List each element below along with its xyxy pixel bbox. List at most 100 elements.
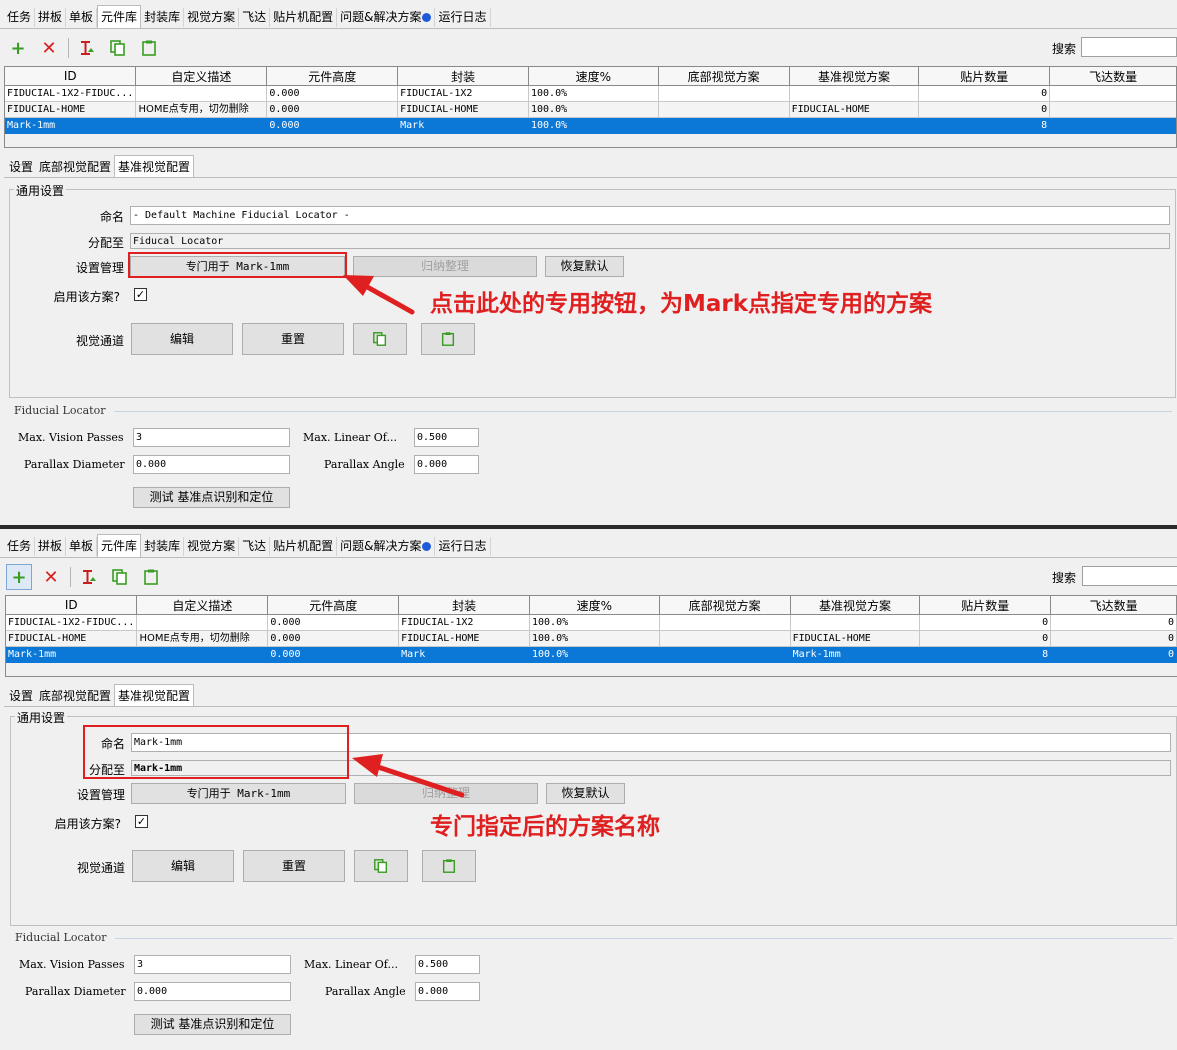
tab-panelize[interactable]: 拼板 — [35, 537, 67, 556]
tab-machine-config[interactable]: 贴片机配置 — [270, 537, 338, 556]
column-header-height[interactable]: 元件高度 — [266, 66, 399, 86]
cell-description: HOME点专用，切勿删除 — [135, 101, 268, 118]
name-field[interactable]: - Default Machine Fiducial Locator - — [130, 206, 1170, 225]
subtab-bottom-vision[interactable]: 底部视觉配置 — [36, 157, 114, 177]
subtab-settings[interactable]: 设置 — [6, 157, 36, 177]
dedicate-button[interactable]: 专门用于 Mark-1mm — [131, 783, 346, 804]
reset-button[interactable]: 重置 — [243, 850, 345, 882]
paste-vision-button[interactable] — [422, 850, 476, 882]
delete-icon[interactable]: ✕ — [39, 565, 63, 589]
parallax-angle-input[interactable]: 0.000 — [414, 455, 479, 474]
max-linear-input[interactable]: 0.500 — [414, 428, 479, 447]
tab-run-log[interactable]: 运行日志 — [435, 8, 491, 27]
tab-tasks[interactable]: 任务 — [4, 537, 36, 556]
restore-default-button[interactable]: 恢复默认 — [545, 256, 624, 277]
column-header-feeder-count[interactable]: 飞达数量 — [1049, 66, 1177, 86]
enable-checkbox[interactable]: ✓ — [135, 815, 148, 828]
cell-bottom-vision — [657, 101, 790, 118]
dedicate-button[interactable]: 专门用于 Mark-1mm — [130, 256, 345, 277]
column-header-fiducial-vision[interactable]: 基准视觉方案 — [788, 66, 920, 86]
column-header-place-count[interactable]: 贴片数量 — [918, 66, 1051, 86]
table-row[interactable]: FIDUCIAL-1X2-FIDUC... 0.000 FIDUCIAL-1X2… — [4, 614, 1177, 631]
tab-issues[interactable]: 问题&解决方案 — [337, 8, 436, 27]
tab-board[interactable]: 单板 — [66, 537, 98, 556]
column-header-feeder-count[interactable]: 飞达数量 — [1050, 595, 1177, 615]
table-row-selected[interactable]: Mark-1mm 0.000 Mark 100.0% Mark-1mm 8 0 — [4, 646, 1177, 663]
paste-icon[interactable] — [139, 565, 163, 589]
column-header-place-count[interactable]: 贴片数量 — [919, 595, 1052, 615]
copy-vision-button[interactable] — [354, 850, 408, 882]
reset-button[interactable]: 重置 — [242, 323, 344, 355]
search-input[interactable] — [1082, 566, 1177, 586]
tab-board[interactable]: 单板 — [66, 8, 98, 27]
tab-run-log[interactable]: 运行日志 — [435, 537, 491, 556]
max-linear-input[interactable]: 0.500 — [415, 955, 480, 974]
copy-icon[interactable] — [106, 36, 130, 60]
normalize-button[interactable]: 归纳整理 — [354, 783, 538, 804]
column-header-description[interactable]: 自定义描述 — [135, 66, 268, 86]
cell-place-count: 0 — [918, 85, 1051, 102]
test-fiducial-button[interactable]: 测试 基准点识别和定位 — [134, 1014, 291, 1035]
paste-vision-button[interactable] — [421, 323, 475, 355]
column-header-package[interactable]: 封装 — [397, 66, 529, 86]
tab-panelize[interactable]: 拼板 — [35, 8, 67, 27]
restore-default-button[interactable]: 恢复默认 — [546, 783, 625, 804]
column-header-package[interactable]: 封装 — [398, 595, 530, 615]
edit-button[interactable]: 编辑 — [131, 323, 233, 355]
subtab-settings[interactable]: 设置 — [6, 686, 36, 706]
tab-component-library[interactable]: 元件库 — [97, 534, 142, 557]
tab-component-library[interactable]: 元件库 — [97, 5, 142, 28]
tab-feeders[interactable]: 飞达 — [239, 537, 271, 556]
add-icon[interactable]: + — [6, 36, 30, 60]
tab-machine-config[interactable]: 贴片机配置 — [270, 8, 338, 27]
table-row[interactable]: FIDUCIAL-HOME HOME点专用，切勿删除 0.000 FIDUCIA… — [3, 101, 1177, 118]
manage-label: 设置管理 — [76, 788, 125, 802]
column-header-description[interactable]: 自定义描述 — [136, 595, 269, 615]
subtab-bottom-vision[interactable]: 底部视觉配置 — [36, 686, 114, 706]
column-header-speed[interactable]: 速度% — [529, 595, 660, 615]
add-icon[interactable]: + — [6, 564, 32, 590]
column-header-id[interactable]: ID — [3, 66, 137, 86]
copy-icon[interactable] — [108, 565, 132, 589]
parallax-diameter-input[interactable]: 0.000 — [133, 455, 290, 474]
tab-vision-schemes[interactable]: 视觉方案 — [184, 537, 240, 556]
tab-vision-schemes[interactable]: 视觉方案 — [184, 8, 240, 27]
column-header-fiducial-vision[interactable]: 基准视觉方案 — [789, 595, 921, 615]
tab-package-library[interactable]: 封装库 — [141, 8, 185, 27]
copy-vision-button[interactable] — [353, 323, 407, 355]
table-row[interactable]: FIDUCIAL-HOME HOME点专用，切勿删除 0.000 FIDUCIA… — [4, 630, 1177, 647]
parallax-diameter-input[interactable]: 0.000 — [134, 982, 291, 1001]
tab-feeders[interactable]: 飞达 — [239, 8, 271, 27]
tab-package-library[interactable]: 封装库 — [141, 537, 185, 556]
tab-issues[interactable]: 问题&解决方案 — [337, 537, 436, 556]
cell-id: FIDUCIAL-1X2-FIDUC... — [3, 85, 137, 102]
search-input[interactable] — [1081, 37, 1177, 57]
column-header-id[interactable]: ID — [4, 595, 138, 615]
delete-icon[interactable]: ✕ — [37, 36, 61, 60]
cell-bottom-vision — [658, 630, 791, 647]
filter-icon[interactable] — [77, 565, 101, 589]
cell-speed: 100.0% — [528, 101, 659, 118]
table-row-selected[interactable]: Mark-1mm 0.000 Mark 100.0% 8 — [3, 117, 1177, 134]
subtab-fiducial-vision[interactable]: 基准视觉配置 — [114, 155, 195, 178]
table-row[interactable]: FIDUCIAL-1X2-FIDUC... 0.000 FIDUCIAL-1X2… — [3, 85, 1177, 102]
column-header-bottom-vision[interactable]: 底部视觉方案 — [658, 595, 791, 615]
cell-feeder-count — [1049, 117, 1177, 134]
enable-label: 启用该方案? — [54, 817, 121, 831]
max-passes-input[interactable]: 3 — [134, 955, 291, 974]
parallax-angle-input[interactable]: 0.000 — [415, 982, 480, 1001]
name-label: 命名 — [100, 737, 125, 751]
column-header-bottom-vision[interactable]: 底部视觉方案 — [657, 66, 790, 86]
max-passes-input[interactable]: 3 — [133, 428, 290, 447]
column-header-speed[interactable]: 速度% — [528, 66, 659, 86]
normalize-button[interactable]: 归纳整理 — [353, 256, 537, 277]
subtab-fiducial-vision[interactable]: 基准视觉配置 — [114, 684, 195, 707]
test-fiducial-button[interactable]: 测试 基准点识别和定位 — [133, 487, 290, 508]
enable-checkbox[interactable]: ✓ — [134, 288, 147, 301]
column-header-height[interactable]: 元件高度 — [267, 595, 400, 615]
filter-icon[interactable] — [75, 36, 99, 60]
name-field[interactable]: Mark-1mm — [131, 733, 1171, 752]
tab-tasks[interactable]: 任务 — [4, 8, 36, 27]
paste-icon[interactable] — [137, 36, 161, 60]
edit-button[interactable]: 编辑 — [132, 850, 234, 882]
